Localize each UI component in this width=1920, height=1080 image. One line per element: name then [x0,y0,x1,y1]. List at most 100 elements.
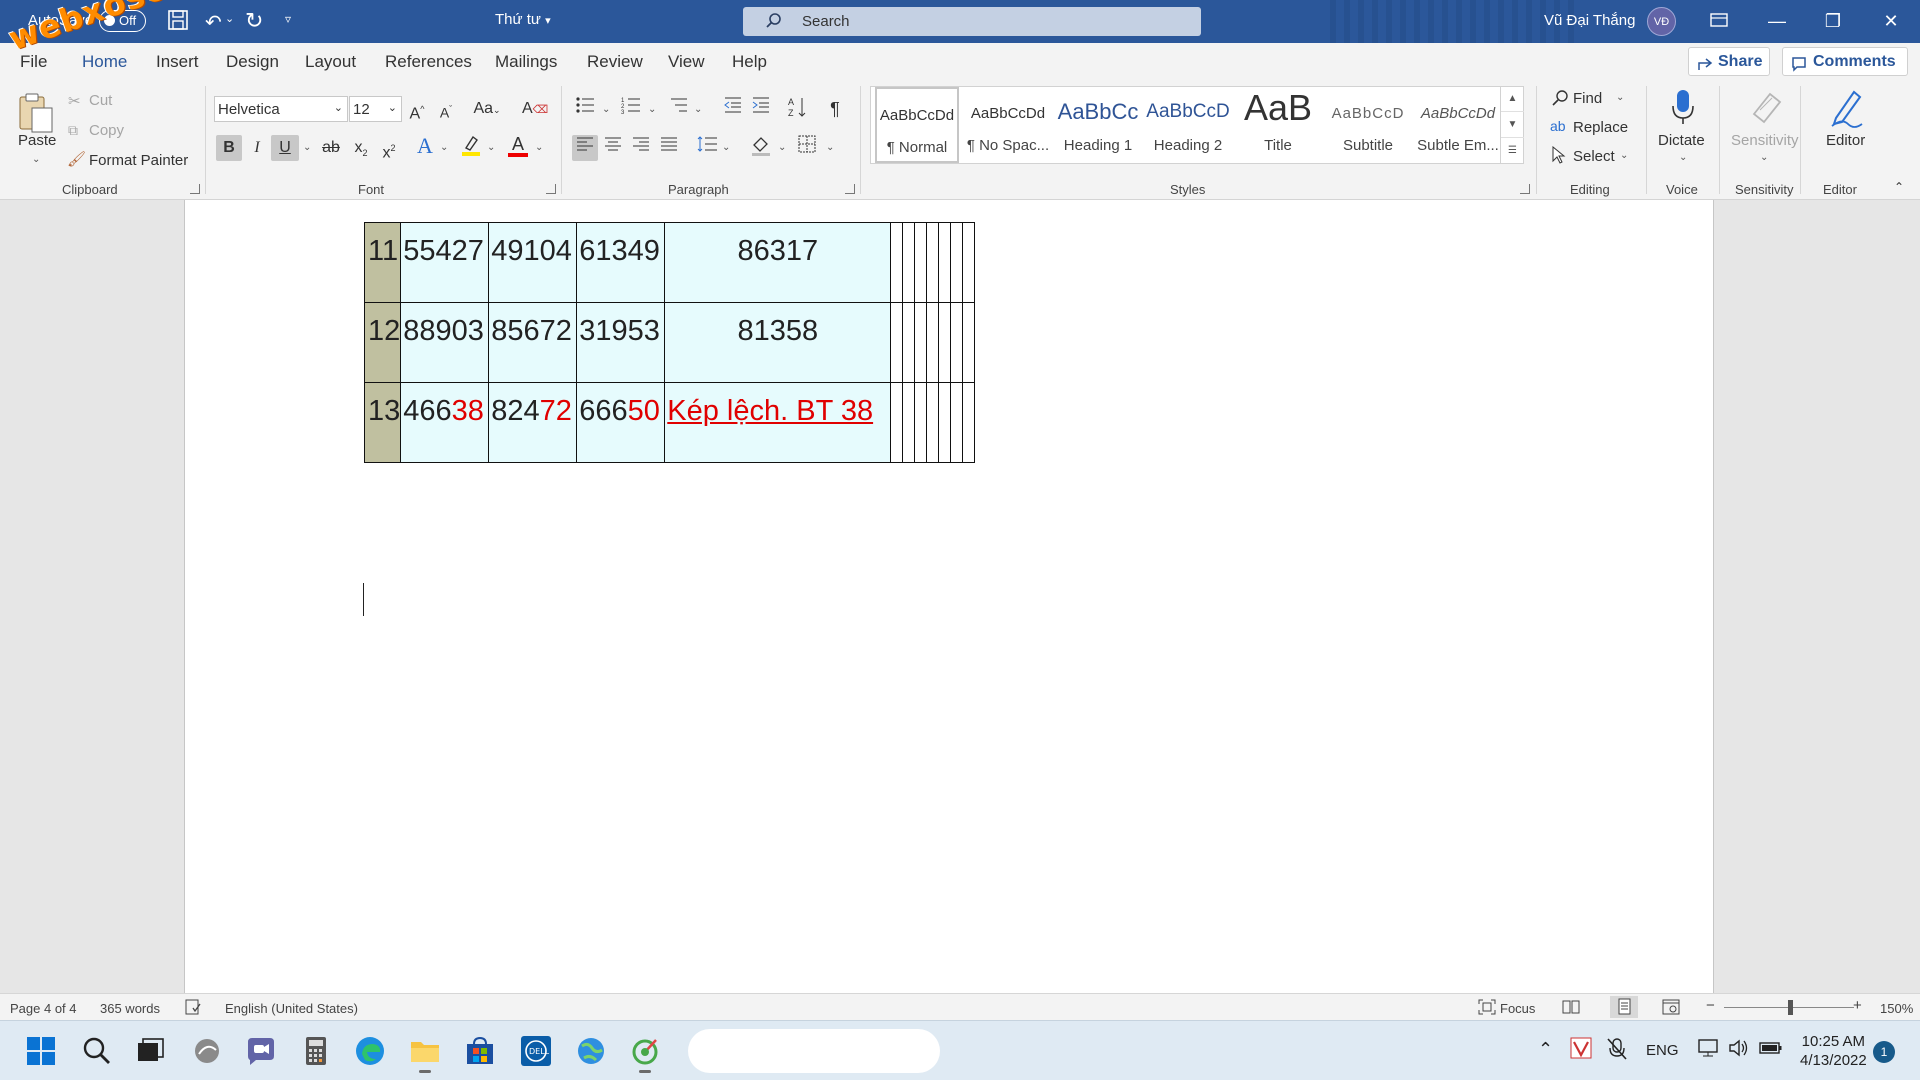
style-subtitle[interactable]: AaBbCcD Subtitle [1323,87,1413,163]
clock[interactable]: 10:25 AM 4/13/2022 [1800,1032,1867,1070]
paste-label[interactable]: Paste [18,132,56,149]
underline-dropdown-icon[interactable]: ⌄ [303,142,311,153]
styles-launcher-icon[interactable] [1520,184,1530,194]
tab-home[interactable]: Home [82,52,127,72]
proofing-icon[interactable] [185,999,201,1018]
app-leaf-icon[interactable] [628,1034,662,1073]
table-cell[interactable]: Kép lệch. BT 38 [664,382,892,463]
empty-cell[interactable] [962,382,976,463]
table-cell[interactable]: 61349 [576,222,666,303]
line-spacing-icon[interactable] [694,135,720,161]
paragraph-launcher-icon[interactable] [845,184,855,194]
increase-indent-icon[interactable] [748,96,774,122]
bold-icon[interactable]: B [216,135,242,161]
empty-cell[interactable] [902,222,916,303]
table-cell[interactable]: 86317 [664,222,892,303]
teams-chat-icon[interactable] [244,1034,278,1068]
bullets-icon[interactable] [572,96,598,122]
empty-cell[interactable] [926,302,940,383]
redo-icon[interactable]: ↻ [245,8,263,34]
show-formatting-marks-icon[interactable]: ¶ [822,96,848,122]
decrease-indent-icon[interactable] [720,96,746,122]
editor-button[interactable]: Editor [1826,132,1865,149]
empty-cell[interactable] [902,382,916,463]
zoom-out-button[interactable]: − [1706,997,1715,1014]
font-family-select[interactable]: Helvetica ⌄ [214,96,348,122]
shading-dropdown-icon[interactable]: ⌄ [778,142,786,153]
calculator-icon[interactable] [299,1034,333,1068]
font-size-select[interactable]: 12 ⌄ [349,96,402,122]
font-color-dropdown-icon[interactable]: ⌄ [535,142,543,153]
tab-design[interactable]: Design [226,52,279,72]
print-layout-icon[interactable] [1610,996,1638,1018]
text-effects-dropdown-icon[interactable]: ⌄ [440,142,448,153]
multilevel-list-icon[interactable] [666,96,692,122]
user-name[interactable]: Vũ Đại Thắng [1544,12,1635,29]
styles-down-icon[interactable]: ▼ [1501,112,1524,138]
empty-cell[interactable] [914,302,928,383]
table-cell[interactable]: 31953 [576,302,666,383]
styles-up-icon[interactable]: ▲ [1501,86,1524,112]
paste-dropdown-icon[interactable]: ⌄ [32,154,40,165]
table-cell[interactable]: 46638 [400,382,490,463]
avatar[interactable]: VĐ [1647,7,1676,36]
shading-icon[interactable] [748,135,774,161]
clipboard-launcher-icon[interactable] [190,184,200,194]
customize-quick-access-icon[interactable]: ▿ [285,12,291,26]
table-cell[interactable]: 49104 [488,222,578,303]
empty-cell[interactable] [938,222,952,303]
tab-review[interactable]: Review [587,52,643,72]
dictate-button[interactable]: Dictate [1658,132,1705,149]
search-box[interactable]: Search [743,7,1201,36]
tab-references[interactable]: References [385,52,472,72]
input-language[interactable]: ENG [1646,1042,1679,1059]
antivirus-icon[interactable] [1570,1037,1592,1063]
empty-cell[interactable] [890,222,904,303]
zoom-in-button[interactable]: + [1853,997,1862,1014]
empty-cell[interactable] [902,302,916,383]
align-right-icon[interactable] [628,135,654,161]
align-center-icon[interactable] [600,135,626,161]
empty-cell[interactable] [914,222,928,303]
undo-dropdown-icon[interactable]: ⌄ [225,12,234,25]
table-cell[interactable]: 82472 [488,382,578,463]
web-layout-icon[interactable] [1662,999,1680,1018]
highlight-icon[interactable] [458,133,484,159]
undo-icon[interactable]: ↶ [205,10,222,35]
document-title[interactable]: Thứ tư ▾ [495,11,551,28]
style-heading-1[interactable]: AaBbCc Heading 1 [1053,87,1143,163]
focus-icon[interactable] [1478,999,1496,1018]
table-cell[interactable]: 66650 [576,382,666,463]
style-subtle-emphasis[interactable]: AaBbCcDd Subtle Em... [1413,87,1503,163]
empty-cell[interactable] [926,382,940,463]
minimize-icon[interactable]: — [1762,8,1792,34]
clear-formatting-icon[interactable]: A⌫ [522,96,548,122]
table-cell[interactable]: 85672 [488,302,578,383]
edge-icon[interactable] [353,1034,387,1068]
sensitivity-button[interactable]: Sensitivity [1731,132,1799,149]
font-launcher-icon[interactable] [546,184,556,194]
network-icon[interactable] [1698,1038,1720,1062]
bullets-dropdown-icon[interactable]: ⌄ [602,104,610,115]
volume-icon[interactable] [1728,1038,1750,1062]
cut-label[interactable]: Cut [89,92,112,109]
empty-cell[interactable] [890,302,904,383]
zoom-level[interactable]: 150% [1880,1001,1913,1016]
style-normal[interactable]: AaBbCcDd ¶ Normal [875,87,959,163]
microphone-icon[interactable] [1670,88,1696,132]
italic-icon[interactable]: I [244,135,270,161]
file-explorer-icon[interactable] [408,1034,442,1073]
empty-cell[interactable] [926,222,940,303]
line-spacing-dropdown-icon[interactable]: ⌄ [722,142,730,153]
dictate-dropdown-icon[interactable]: ⌄ [1679,152,1687,163]
mic-muted-icon[interactable] [1606,1037,1628,1065]
subscript-icon[interactable]: x2 [348,135,374,161]
justify-icon[interactable] [656,135,682,161]
restore-icon[interactable]: ❐ [1818,8,1848,34]
grow-font-icon[interactable]: A^ [404,96,430,122]
widgets-icon[interactable] [190,1034,224,1068]
style-title[interactable]: AaB Title [1233,87,1323,163]
multilevel-dropdown-icon[interactable]: ⌄ [694,104,702,115]
borders-dropdown-icon[interactable]: ⌄ [826,142,834,153]
tab-layout[interactable]: Layout [305,52,356,72]
